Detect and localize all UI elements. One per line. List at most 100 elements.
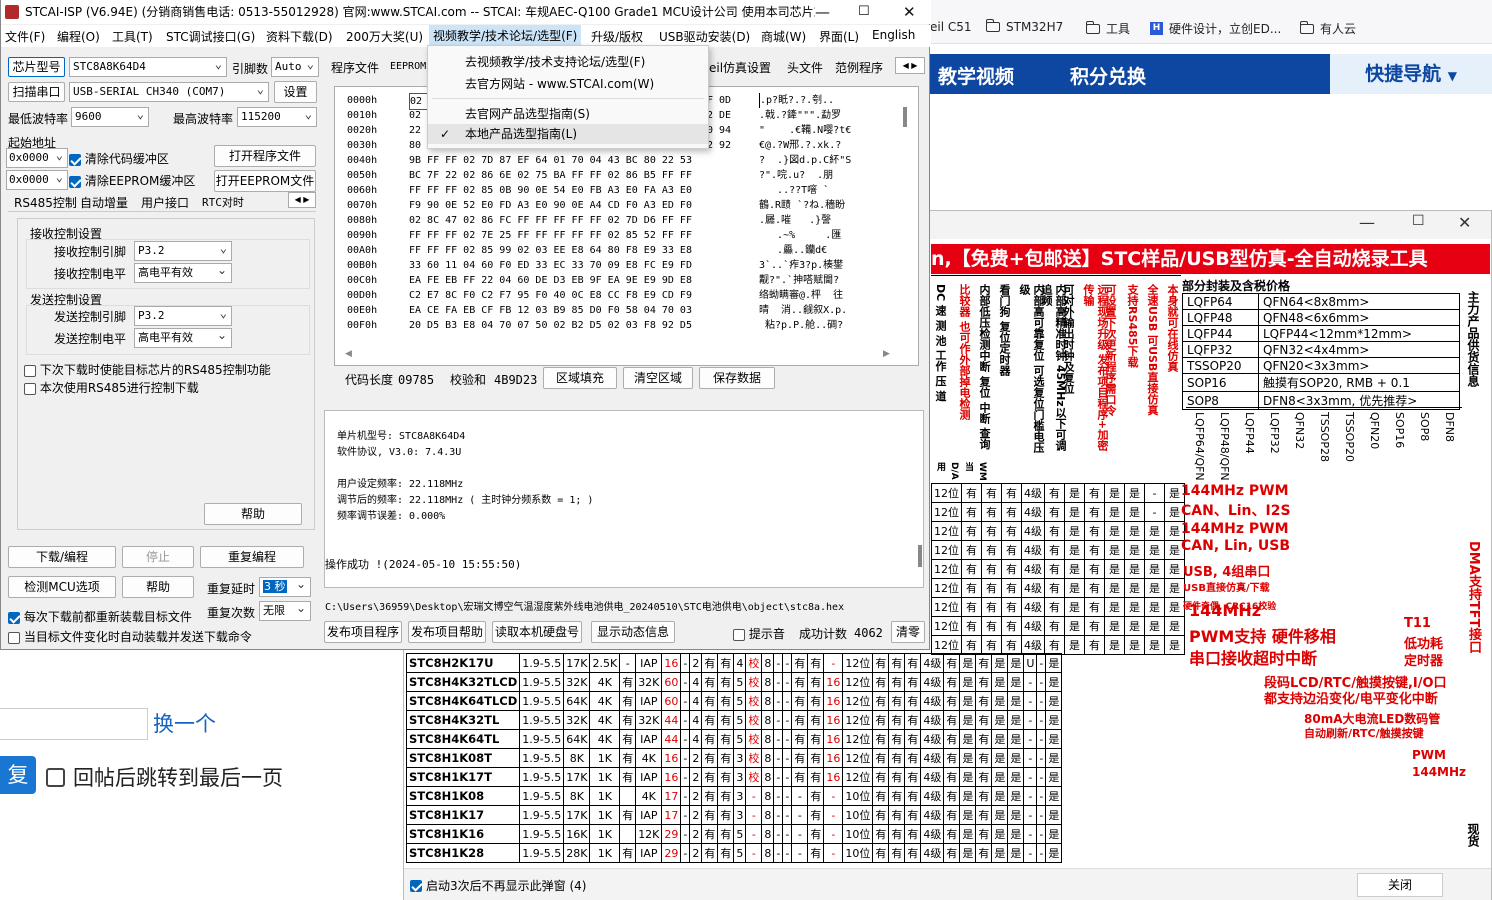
pins-select[interactable]: Auto <box>271 55 319 77</box>
bookmark-hardware[interactable]: H 硬件设计，立创ED... <box>1150 20 1281 37</box>
menu-download[interactable]: 资料下载(D) <box>266 28 333 45</box>
menu-ui[interactable]: 界面(L) <box>819 28 859 45</box>
repeat-count-select[interactable]: 无限 <box>259 599 311 621</box>
tab-header-file[interactable]: 头文件 <box>787 59 823 76</box>
rs485-this-option[interactable]: 本次使用RS485进行控制下载 <box>24 379 199 396</box>
close-icon[interactable]: ✕ <box>1458 213 1471 232</box>
menu-award[interactable]: 200万大奖(U) <box>346 28 423 45</box>
menu-usb-driver[interactable]: USB驱动安装(D) <box>659 28 750 45</box>
tab-scroll-arrows-icon[interactable]: ◀ ▶ <box>288 192 316 208</box>
clear-eeprom-checkbox[interactable] <box>69 175 81 188</box>
dont-show-checkbox[interactable] <box>410 879 422 892</box>
max-baud-select[interactable]: 115200 <box>237 105 317 127</box>
bookmark-tools[interactable]: 工具 <box>1086 20 1130 37</box>
tab-eeprom[interactable]: EEPROM <box>390 61 426 72</box>
menu-video-forum[interactable]: 视频教学/技术论坛/选型(F) <box>429 25 582 47</box>
menu-item-local-guide[interactable]: 本地产品选型指南(L) <box>428 124 708 144</box>
scan-port-button[interactable]: 扫描串口 <box>8 82 65 102</box>
clear-count-button[interactable]: 清零 <box>891 621 925 643</box>
scroll-right-icon[interactable]: ▶ <box>883 349 890 359</box>
publish-program-button[interactable]: 发布项目程序 <box>324 621 402 643</box>
clear-eeprom-option[interactable]: 清除EEPROM缓冲区 <box>69 172 195 189</box>
menu-item-online-guide[interactable]: 去官网产品选型指南(S) <box>465 105 590 122</box>
jump-to-last-page[interactable]: 回帖后跳转到最后一页 <box>46 762 283 792</box>
read-disk-id-button[interactable]: 读取本机硬盘号 <box>492 621 582 643</box>
jump-checkbox[interactable] <box>46 767 65 787</box>
chip-type-button[interactable]: 芯片型号 <box>8 57 65 77</box>
output-log[interactable]: 单片机型号: STC8A8K64D4 软件协议, V3.0: 7.4.3U 用户设定… <box>324 410 924 588</box>
captcha-input[interactable] <box>0 708 148 740</box>
quick-nav-button[interactable]: 快捷导航 ▼ <box>1330 54 1492 94</box>
maximize-icon[interactable]: ☐ <box>1412 213 1425 229</box>
tab-keil-sim[interactable]: eil仿真设置 <box>709 59 771 76</box>
publish-help-button[interactable]: 发布项目帮助 <box>408 621 486 643</box>
repeat-delay-select[interactable]: 3 秒 <box>259 575 311 597</box>
open-program-button[interactable]: 打开程序文件 <box>214 145 316 167</box>
menu-shop[interactable]: 商城(W) <box>761 28 806 45</box>
rs485-next-checkbox[interactable] <box>24 364 36 377</box>
hex-scrollbar[interactable] <box>903 107 907 127</box>
menu-english[interactable]: English <box>872 28 915 42</box>
minimize-icon[interactable]: — <box>815 0 830 24</box>
tab-rs485[interactable]: RS485控制 <box>14 194 77 211</box>
tab-rtc[interactable]: RTC对时 <box>202 194 244 210</box>
beep-checkbox[interactable] <box>733 628 745 641</box>
output-scrollbar[interactable] <box>918 545 922 567</box>
bookmark-c51[interactable]: eil C51 <box>930 20 972 34</box>
menu-file[interactable]: 文件(F) <box>5 28 45 45</box>
tab-program-file[interactable]: 程序文件 <box>331 59 379 76</box>
beep-option[interactable]: 提示音 <box>733 625 785 642</box>
auto-send-checkbox[interactable] <box>8 631 20 644</box>
clear-area-button[interactable]: 清空区域 <box>623 367 693 389</box>
detect-mcu-button[interactable]: 检测MCU选项 <box>8 576 116 598</box>
code-address-input[interactable]: 0x0000 <box>6 146 68 168</box>
chip-type-select[interactable]: STC8A8K64D4 <box>69 55 227 77</box>
help-button-2[interactable]: 帮助 <box>122 576 194 598</box>
reply-button[interactable]: 复 <box>0 756 36 794</box>
recv-pin-select[interactable]: P3.2 <box>134 239 232 261</box>
nav-points[interactable]: 积分兑换 <box>1070 62 1146 89</box>
download-button[interactable]: 下载/编程 <box>8 546 116 568</box>
dont-show-again[interactable]: 启动3次后不再显示此弹窗 (4) <box>410 877 586 894</box>
close-icon[interactable]: ✕ <box>903 0 916 24</box>
auto-send-option[interactable]: 当目标文件变化时自动装载并发送下载命令 <box>8 628 252 645</box>
minimize-icon[interactable]: — <box>1359 213 1375 232</box>
tab-auto-increment[interactable]: 自动增量 <box>80 194 128 211</box>
settings-button[interactable]: 设置 <box>274 81 317 103</box>
reload-option[interactable]: 每次下载前都重新装载目标文件 <box>8 608 192 625</box>
reload-checkbox[interactable] <box>8 611 20 624</box>
menu-item-website[interactable]: 去官方网站 - www.STCAI.com(W) <box>465 75 654 92</box>
scroll-left-icon[interactable]: ◀ <box>345 349 352 359</box>
maximize-icon[interactable]: ☐ <box>858 0 870 24</box>
rs485-this-checkbox[interactable] <box>24 382 36 395</box>
tab-user-interface[interactable]: 用户接口 <box>141 194 189 211</box>
menu-debug[interactable]: STC调试接口(G) <box>166 28 255 45</box>
port-select[interactable]: USB-SERIAL CH340 (COM7) <box>69 80 269 102</box>
repeat-program-button[interactable]: 重复编程 <box>200 546 304 568</box>
stop-button[interactable]: 停止 <box>122 546 194 568</box>
dynamic-info-button[interactable]: 显示动态信息 <box>591 621 675 643</box>
menu-item-forum[interactable]: 去视频教学/技术支持论坛/选型(F) <box>465 53 645 70</box>
send-level-select[interactable]: 高电平有效 <box>134 326 232 348</box>
rs485-next-option[interactable]: 下次下载时使能目标芯片的RS485控制功能 <box>24 361 271 378</box>
bookmark-stm32h7[interactable]: STM32H7 <box>986 19 1063 34</box>
nav-teaching-video[interactable]: 教学视频 <box>938 62 1014 89</box>
fill-area-button[interactable]: 区域填充 <box>543 367 617 389</box>
bookmark-usr[interactable]: 有人云 <box>1300 20 1356 37</box>
menu-tools[interactable]: 工具(T) <box>112 28 153 45</box>
send-pin-select[interactable]: P3.2 <box>134 304 232 326</box>
clear-code-option[interactable]: 清除代码缓冲区 <box>69 150 169 167</box>
open-eeprom-button[interactable]: 打开EEPROM文件 <box>214 170 316 192</box>
min-baud-select[interactable]: 9600 <box>71 105 149 127</box>
clear-code-checkbox[interactable] <box>69 153 81 166</box>
tab-examples[interactable]: 范例程序 <box>835 59 883 76</box>
menu-upgrade[interactable]: 升级/版权 <box>591 28 643 45</box>
menu-program[interactable]: 编程(O) <box>57 28 100 45</box>
swap-captcha-link[interactable]: 换一个 <box>153 708 216 738</box>
tab-scroll-arrows-icon[interactable]: ◀ ▶ <box>895 57 925 74</box>
close-button[interactable]: 关闭 <box>1357 873 1443 897</box>
save-data-button[interactable]: 保存数据 <box>699 367 775 389</box>
help-button[interactable]: 帮助 <box>204 503 302 525</box>
recv-level-select[interactable]: 高电平有效 <box>134 261 232 283</box>
eeprom-address-input[interactable]: 0x0000 <box>6 168 68 190</box>
